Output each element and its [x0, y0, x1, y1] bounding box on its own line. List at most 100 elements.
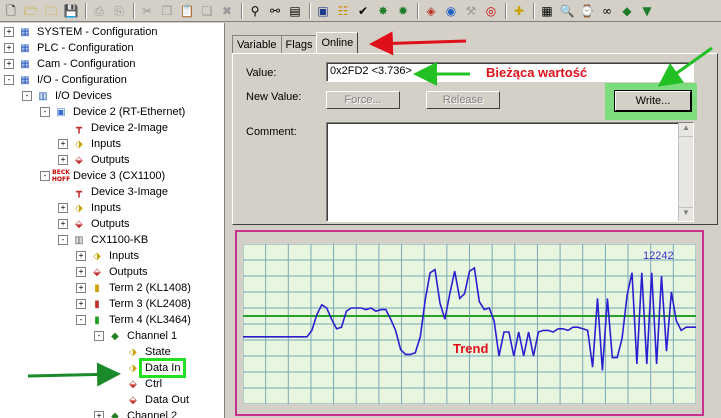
- save-icon[interactable]: 💾: [62, 2, 80, 20]
- collapse-icon[interactable]: -: [58, 235, 68, 245]
- print-preview-icon[interactable]: ⎘: [110, 2, 128, 20]
- tree-item[interactable]: + ⬗ Inputs: [58, 136, 123, 152]
- force-icon[interactable]: ◆: [618, 2, 636, 20]
- tree-item[interactable]: + ▮ Term 3 (KL2408): [76, 296, 193, 312]
- set-run-mode-icon[interactable]: ✹: [394, 2, 412, 20]
- generate-mappings-icon[interactable]: ☷: [334, 2, 352, 20]
- tree-item[interactable]: + ▦ PLC - Configuration: [4, 40, 136, 56]
- zoom-icon[interactable]: 🔍: [558, 2, 576, 20]
- collapse-icon[interactable]: -: [40, 107, 50, 117]
- tree-item[interactable]: ⬙ Ctrl: [112, 376, 164, 392]
- paste-special-icon[interactable]: ❏: [198, 2, 216, 20]
- tree-item[interactable]: + ⬙ Outputs: [58, 216, 132, 232]
- toolbar-separator: [133, 2, 135, 19]
- tree-item[interactable]: + ▮ Term 2 (KL1408): [76, 280, 193, 296]
- plus-icon[interactable]: ✚: [510, 2, 528, 20]
- collapse-icon[interactable]: -: [94, 331, 104, 341]
- expand-icon[interactable]: +: [94, 411, 104, 418]
- expand-icon[interactable]: +: [76, 251, 86, 261]
- tools-icon[interactable]: ⚒: [462, 2, 480, 20]
- toolbar-separator: [309, 2, 311, 19]
- tree-item[interactable]: ⬙ Data Out: [112, 392, 191, 408]
- tab-variable[interactable]: Variable: [232, 35, 282, 53]
- expand-icon[interactable]: +: [4, 59, 14, 69]
- tree-item[interactable]: - ▥ I/O Devices: [22, 88, 114, 104]
- tree-item-label: Outputs: [109, 266, 148, 278]
- activate-config-icon[interactable]: ✸: [374, 2, 392, 20]
- expand-icon[interactable]: +: [4, 43, 14, 53]
- tree-item[interactable]: + ▦ SYSTEM - Configuration: [4, 24, 159, 40]
- collapse-icon[interactable]: -: [40, 171, 50, 181]
- expand-icon[interactable]: +: [76, 283, 86, 293]
- tree-item[interactable]: + ◆ Channel 2: [94, 408, 179, 418]
- expand-icon[interactable]: +: [76, 267, 86, 277]
- tab-online[interactable]: Online: [316, 32, 359, 53]
- comment-scrollbar[interactable]: ▲ ▼: [678, 123, 693, 221]
- collapse-icon[interactable]: -: [76, 315, 86, 325]
- grid-icon[interactable]: ▦: [538, 2, 556, 20]
- tree-item[interactable]: + ⬗ Inputs: [58, 200, 123, 216]
- monitor-icon[interactable]: ▣: [314, 2, 332, 20]
- variable-input-icon: ⬗: [129, 346, 137, 358]
- tree-item[interactable]: + ⬙ Outputs: [76, 264, 150, 280]
- scroll-up-icon[interactable]: ▲: [679, 123, 693, 137]
- tree-item[interactable]: ⬗ Data In: [112, 358, 187, 378]
- outputs-icon: ⬙: [93, 266, 101, 278]
- print-icon[interactable]: ⎙: [90, 2, 108, 20]
- find-next-icon[interactable]: ⚯: [266, 2, 284, 20]
- inputs-icon: ⬗: [93, 250, 101, 262]
- trend-chart-frame: 12242: [235, 230, 704, 416]
- cut-icon[interactable]: ✂: [138, 2, 156, 20]
- comment-field[interactable]: ▲ ▼: [326, 122, 694, 222]
- tree-item-label: Cam - Configuration: [37, 58, 136, 70]
- open-folder-icon[interactable]: 🗀: [42, 2, 60, 20]
- toolbar-separator: [505, 2, 507, 19]
- expand-icon[interactable]: +: [58, 219, 68, 229]
- find-icon[interactable]: ⚲: [246, 2, 264, 20]
- check-icon[interactable]: ✔: [354, 2, 372, 20]
- new-icon[interactable]: 🗋: [2, 2, 20, 20]
- tree-item-label: Channel 1: [127, 330, 178, 342]
- copy-icon[interactable]: ❐: [158, 2, 176, 20]
- tree-item[interactable]: - ▦ I/O - Configuration: [4, 72, 129, 88]
- tree-item[interactable]: - ▮ Term 4 (KL3464): [76, 312, 193, 328]
- scroll-down-icon[interactable]: ▼: [679, 207, 693, 221]
- release-button[interactable]: Release: [426, 91, 500, 109]
- expand-icon[interactable]: +: [58, 155, 68, 165]
- tree-item-label: Inputs: [109, 250, 139, 262]
- expand-icon[interactable]: +: [58, 139, 68, 149]
- target-icon[interactable]: ◎: [482, 2, 500, 20]
- paste-icon[interactable]: 📋: [178, 2, 196, 20]
- tree-item-label: CX1100-KB: [91, 234, 149, 246]
- tree-item[interactable]: + ▦ Cam - Configuration: [4, 56, 137, 72]
- force-button[interactable]: Force...: [326, 91, 400, 109]
- tree-item[interactable]: - ◆ Channel 1: [94, 328, 179, 344]
- collapse-icon[interactable]: -: [22, 91, 32, 101]
- broadcast-icon[interactable]: ◉: [442, 2, 460, 20]
- tree-item[interactable]: ┳ Device 3-Image: [58, 184, 170, 200]
- delete-icon[interactable]: ✖: [218, 2, 236, 20]
- ethernet-device-icon: ▣: [56, 106, 66, 118]
- write-button[interactable]: Write...: [614, 90, 692, 112]
- variable-output-icon: ⬙: [129, 378, 137, 390]
- new-value-label: New Value:: [246, 91, 302, 103]
- glasses-icon[interactable]: ∞: [598, 2, 616, 20]
- tree-item[interactable]: ┳ Device 2-Image: [58, 120, 170, 136]
- watch-icon[interactable]: ⌚: [578, 2, 596, 20]
- tree-item[interactable]: - ▣ Device 2 (RT-Ethernet): [40, 104, 187, 120]
- bookmark-icon[interactable]: ▼: [638, 2, 656, 20]
- tree-item[interactable]: ⬗ State: [112, 344, 173, 360]
- tree-item-label: Device 2 (RT-Ethernet): [73, 106, 186, 118]
- tree-item[interactable]: - ▥ CX1100-KB: [58, 232, 150, 248]
- tree-item[interactable]: - BECK HOFF Device 3 (CX1100): [40, 168, 167, 184]
- tree-item[interactable]: + ⬙ Outputs: [58, 152, 132, 168]
- tree-item[interactable]: + ⬗ Inputs: [76, 248, 141, 264]
- expand-icon[interactable]: +: [76, 299, 86, 309]
- collapse-icon[interactable]: -: [4, 75, 14, 85]
- expand-icon[interactable]: +: [4, 27, 14, 37]
- expand-icon[interactable]: +: [58, 203, 68, 213]
- properties-icon[interactable]: ▤: [286, 2, 304, 20]
- network-scan-icon[interactable]: ◈: [422, 2, 440, 20]
- tab-flags[interactable]: Flags: [280, 35, 318, 53]
- open-icon[interactable]: 🗁: [22, 2, 40, 20]
